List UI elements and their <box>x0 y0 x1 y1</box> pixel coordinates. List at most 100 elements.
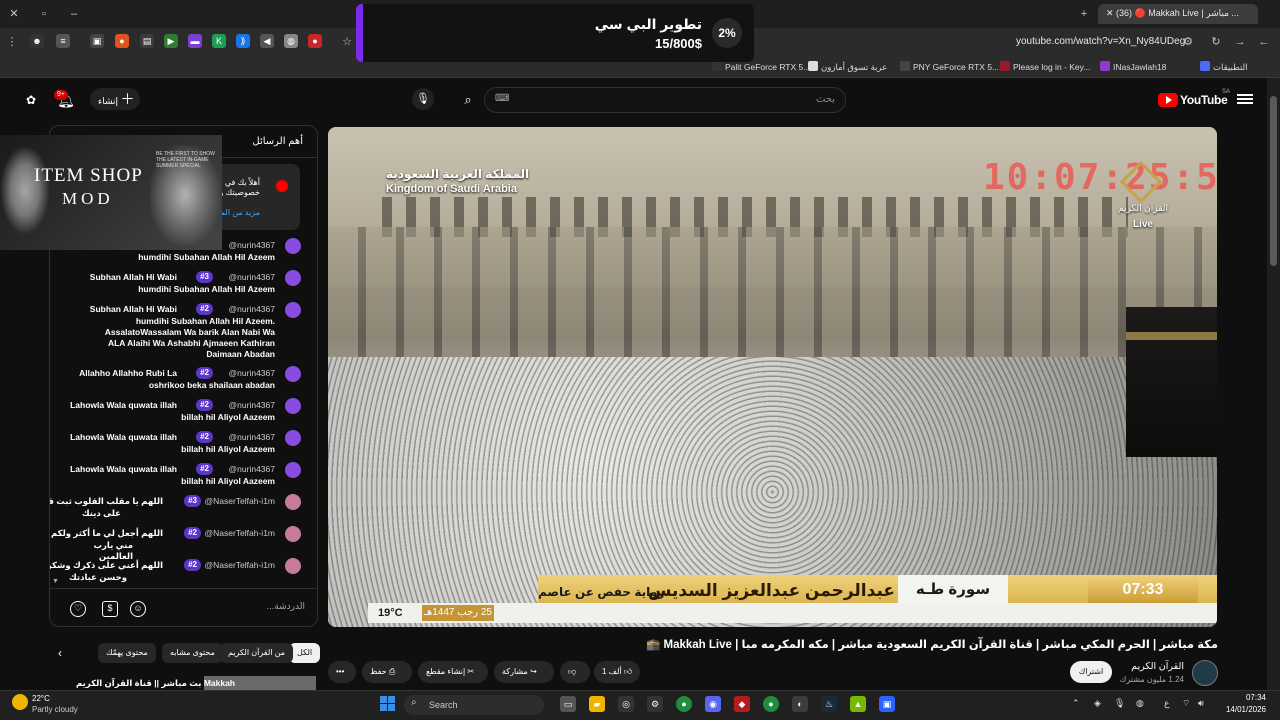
speaker-icon[interactable]: ◀ <box>260 34 274 48</box>
nvidia-icon[interactable]: ▲ <box>850 696 866 712</box>
puzzle-icon[interactable]: ▣ <box>90 34 104 48</box>
scrollbar-thumb[interactable] <box>1270 96 1277 266</box>
recommended-title[interactable]: بث مباشر || قناة القرآن الكريم Makkah <box>76 678 235 689</box>
hamburger-menu-icon[interactable] <box>1237 92 1253 106</box>
youtube-logo[interactable]: YouTube <box>1158 92 1228 108</box>
network-icon[interactable]: ◍ <box>1136 698 1144 709</box>
account-avatar-icon[interactable]: ✿ <box>20 90 42 110</box>
avatar[interactable] <box>285 494 301 510</box>
chip-related[interactable]: محتوى مشابه <box>162 643 223 663</box>
clip-button[interactable]: إنشاء مقطع ✂ <box>418 661 488 683</box>
url-text[interactable]: youtube.com/watch?v=Xn_Ny84UDeg <box>1016 36 1185 47</box>
file-explorer-icon[interactable]: ▰ <box>589 696 605 712</box>
microphone-icon[interactable]: 🎙︎ <box>1114 698 1125 709</box>
task-view-icon[interactable]: ▭ <box>560 696 576 712</box>
microphone-icon[interactable]: 🎙︎ <box>412 88 434 110</box>
search-icon[interactable]: ⌕ <box>454 87 482 113</box>
more-actions-button[interactable]: ••• <box>328 661 356 683</box>
app-icon[interactable]: ◆ <box>734 696 750 712</box>
subscribe-button[interactable]: اشتراك <box>1070 661 1112 683</box>
avatar[interactable] <box>285 526 301 542</box>
chat-username[interactable]: @nurin4367 <box>229 464 275 474</box>
chat-username[interactable]: @nurin4367 <box>229 432 275 442</box>
chat-username[interactable]: @nurin4367 <box>229 304 275 314</box>
channel-avatar[interactable] <box>1192 660 1218 686</box>
channel-name[interactable]: القرآن الكريم <box>1131 661 1184 672</box>
language-icon[interactable]: ع <box>1164 698 1169 709</box>
chat-input[interactable]: الدردشة... <box>267 601 305 612</box>
bookmark-item[interactable]: Palit GeForce RTX 5... <box>712 61 810 72</box>
avatar[interactable] <box>285 462 301 478</box>
new-tab-icon[interactable]: + <box>1076 6 1092 22</box>
tray-icon[interactable]: ◈ <box>1094 698 1101 709</box>
extension-icon[interactable]: ▤ <box>140 34 154 48</box>
chevron-left-icon[interactable]: ‹ <box>58 645 72 661</box>
dislike-button[interactable]: 👎︎ <box>560 661 590 683</box>
chip-recommended[interactable]: محتوى يهمّك <box>98 643 156 663</box>
chip-all[interactable]: الكل <box>289 643 321 663</box>
video-player[interactable]: المملكة العربية السعودية Kingdom of Saud… <box>328 127 1217 627</box>
bookmark-star-icon[interactable]: ☆ <box>339 34 355 50</box>
wifi-icon[interactable]: ⌔ <box>1182 698 1190 709</box>
search-input[interactable]: بحث ⌨ <box>484 87 846 113</box>
bookmark-item[interactable]: PNY GeForce RTX 5... <box>900 61 999 72</box>
kick-icon[interactable]: K <box>212 34 226 48</box>
system-date[interactable]: 14/01/2026 <box>1220 705 1266 714</box>
chrome-icon[interactable]: ● <box>763 696 779 712</box>
avatar[interactable] <box>285 366 301 382</box>
chip-from-channel[interactable]: من القرآن الكريم <box>220 643 294 663</box>
bookmark-apps[interactable]: التطبيقات <box>1200 61 1248 73</box>
steam-icon[interactable]: ♨ <box>821 696 837 712</box>
close-window-icon[interactable]: ✕ <box>6 6 22 22</box>
tab-close-icon[interactable]: ✕ <box>1106 8 1116 18</box>
volume-icon[interactable]: 🔊︎ <box>1198 698 1204 709</box>
system-time[interactable]: 07:34 <box>1226 693 1266 702</box>
chat-username[interactable]: @nurin4367 <box>229 400 275 410</box>
avatar[interactable] <box>285 270 301 286</box>
edge-icon[interactable]: ◐ <box>792 696 808 712</box>
avatar[interactable] <box>285 398 301 414</box>
app-icon[interactable]: ◎ <box>618 696 634 712</box>
weather-icon[interactable] <box>12 694 28 710</box>
emoji-icon[interactable]: ☺ <box>130 601 146 617</box>
chat-username[interactable]: @NaserTelfah-i1m <box>204 560 275 570</box>
forward-icon[interactable]: → <box>1232 34 1248 50</box>
chat-username[interactable]: @NaserTelfah-i1m <box>204 496 275 506</box>
windows-start-icon[interactable] <box>380 696 396 712</box>
weather-description[interactable]: Partly cloudy <box>32 705 78 714</box>
extension-icon[interactable]: ▶ <box>164 34 178 48</box>
bookmark-item[interactable]: INasJawlah18 <box>1100 61 1166 72</box>
chrome-icon[interactable]: ● <box>676 696 692 712</box>
extension-icon[interactable]: ▬ <box>188 34 202 48</box>
extension-icon[interactable]: ● <box>308 34 322 48</box>
heart-icon[interactable]: ♡ <box>70 601 86 617</box>
minimize-icon[interactable]: – <box>66 6 82 22</box>
chevron-up-icon[interactable]: ⌃ <box>1072 698 1080 709</box>
avatar[interactable] <box>285 558 301 574</box>
share-button[interactable]: مشاركة ↪ <box>494 661 554 683</box>
profile-icon[interactable]: ☻ <box>30 34 44 48</box>
more-menu-icon[interactable]: ⋮ <box>4 34 20 50</box>
chat-username[interactable]: @nurin4367 <box>229 272 275 282</box>
avatar[interactable] <box>285 238 301 254</box>
settings-icon[interactable]: ⚙ <box>647 696 663 712</box>
reload-icon[interactable]: ↻ <box>1208 34 1224 50</box>
chat-username[interactable]: @nurin4367 <box>229 368 275 378</box>
super-chat-icon[interactable]: $ <box>102 601 118 617</box>
back-icon[interactable]: ← <box>1256 34 1272 50</box>
tab-active[interactable]: ✕ (36) 🔴 Makkah Live | مباشر ... <box>1098 4 1258 24</box>
chat-username[interactable]: @NaserTelfah-i1m <box>204 528 275 538</box>
avatar[interactable] <box>285 430 301 446</box>
chat-mode-label[interactable]: أهم الرسائل <box>252 136 303 147</box>
chat-username[interactable]: @nurin4367 <box>229 240 275 250</box>
app-icon[interactable]: ▣ <box>879 696 895 712</box>
extension-icon[interactable]: ◍ <box>284 34 298 48</box>
weather-temperature[interactable]: 22°C <box>32 694 50 703</box>
bookmark-item[interactable]: عربة تسوق أمازون <box>808 61 887 73</box>
extension-icon[interactable]: ≡ <box>56 34 70 48</box>
maximize-icon[interactable]: ▫ <box>36 6 52 22</box>
avatar[interactable] <box>285 302 301 318</box>
save-button[interactable]: حفظ ⎙ <box>362 661 412 683</box>
create-button[interactable]: إنشاء ＋ <box>90 88 140 110</box>
like-button[interactable]: 1 ألف 👍︎ <box>594 661 640 683</box>
